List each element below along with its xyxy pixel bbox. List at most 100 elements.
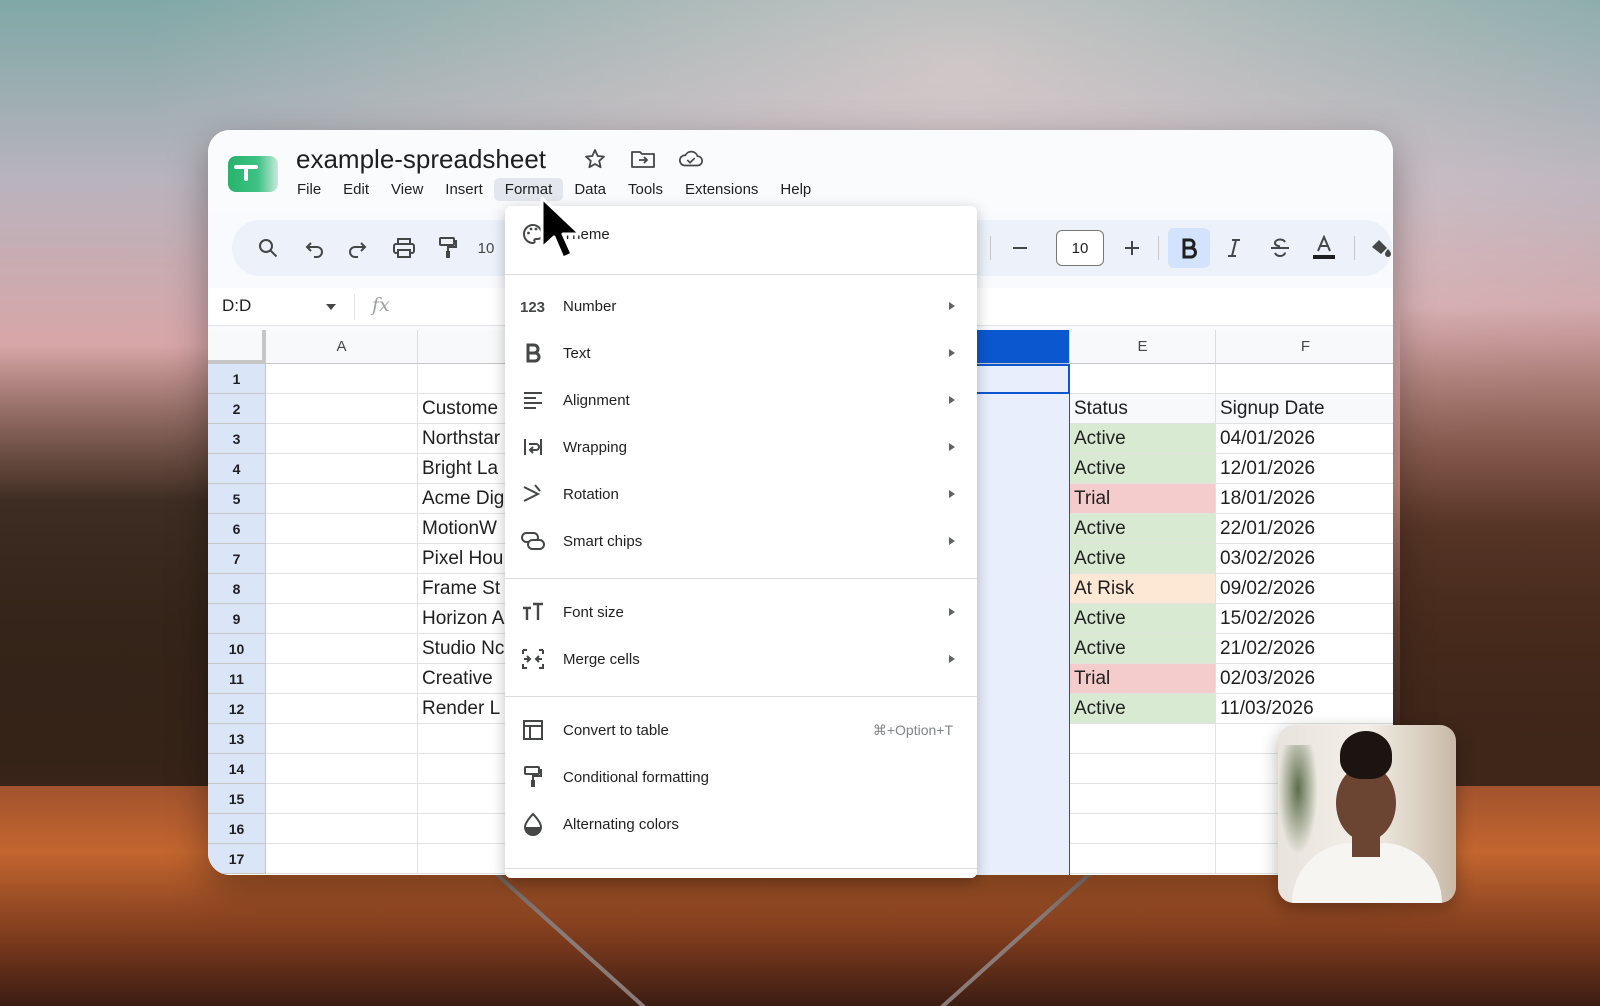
menu-edit[interactable]: Edit <box>332 178 380 201</box>
document-title[interactable]: example-spreadsheet <box>296 144 546 175</box>
name-box-dropdown-icon[interactable] <box>326 304 336 310</box>
fill-color-icon[interactable] <box>1364 232 1393 264</box>
table-cell-status[interactable]: Active <box>1070 634 1216 664</box>
menu-item-number[interactable]: 123 Number <box>505 284 977 328</box>
redo-icon[interactable] <box>342 232 374 264</box>
row-header[interactable]: 9 <box>208 604 266 634</box>
menu-item-conditional-formatting[interactable]: Conditional formatting <box>505 755 977 799</box>
menu-tools[interactable]: Tools <box>617 178 674 201</box>
table-cell-signup-date[interactable]: Signup Date <box>1216 394 1393 424</box>
table-cell[interactable] <box>266 754 418 784</box>
menu-item-merge-cells[interactable]: Merge cells <box>505 637 977 681</box>
row-header[interactable]: 11 <box>208 664 266 694</box>
column-header-f[interactable]: F <box>1216 330 1393 364</box>
table-cell-signup-date[interactable]: 12/01/2026 <box>1216 454 1393 484</box>
print-icon[interactable] <box>388 232 420 264</box>
row-header[interactable]: 3 <box>208 424 266 454</box>
table-cell-status[interactable]: Active <box>1070 454 1216 484</box>
column-header-a[interactable]: A <box>266 330 418 364</box>
italic-icon[interactable] <box>1218 232 1250 264</box>
table-cell[interactable] <box>266 784 418 814</box>
row-header[interactable]: 6 <box>208 514 266 544</box>
menu-item-convert-to-table[interactable]: Convert to table ⌘+Option+T <box>505 708 977 752</box>
table-cell-signup-date[interactable]: 15/02/2026 <box>1216 604 1393 634</box>
menu-insert[interactable]: Insert <box>434 178 494 201</box>
menu-item-wrapping[interactable]: Wrapping <box>505 425 977 469</box>
menu-extensions[interactable]: Extensions <box>674 178 769 201</box>
move-folder-icon[interactable] <box>630 146 656 172</box>
table-cell[interactable] <box>266 484 418 514</box>
menu-item-rotation[interactable]: Rotation <box>505 472 977 516</box>
row-header[interactable]: 16 <box>208 814 266 844</box>
table-cell[interactable] <box>266 694 418 724</box>
table-cell-signup-date[interactable]: 04/01/2026 <box>1216 424 1393 454</box>
menu-help[interactable]: Help <box>769 178 822 201</box>
row-header[interactable]: 2 <box>208 394 266 424</box>
table-cell-signup-date[interactable]: 11/03/2026 <box>1216 694 1393 724</box>
row-header[interactable]: 14 <box>208 754 266 784</box>
table-cell-status[interactable]: At Risk <box>1070 574 1216 604</box>
search-icon[interactable] <box>252 232 284 264</box>
table-cell-status[interactable] <box>1070 814 1216 844</box>
font-size-input[interactable]: 10 <box>1056 230 1104 266</box>
table-cell-status[interactable] <box>1070 724 1216 754</box>
row-header[interactable]: 8 <box>208 574 266 604</box>
name-box[interactable]: D:D <box>222 296 251 316</box>
row-header[interactable]: 5 <box>208 484 266 514</box>
table-cell-status[interactable]: Active <box>1070 514 1216 544</box>
cloud-saved-icon[interactable] <box>678 146 704 172</box>
table-cell-signup-date[interactable]: 21/02/2026 <box>1216 634 1393 664</box>
table-cell-signup-date[interactable]: 18/01/2026 <box>1216 484 1393 514</box>
text-color-icon[interactable] <box>1308 232 1340 264</box>
table-cell-signup-date[interactable]: 02/03/2026 <box>1216 664 1393 694</box>
row-header[interactable]: 7 <box>208 544 266 574</box>
menu-item-alternating-colors[interactable]: Alternating colors <box>505 802 977 846</box>
table-cell-status[interactable]: Trial <box>1070 664 1216 694</box>
table-cell-status[interactable]: Trial <box>1070 484 1216 514</box>
star-icon[interactable] <box>582 146 608 172</box>
row-header[interactable]: 13 <box>208 724 266 754</box>
table-cell[interactable] <box>266 544 418 574</box>
table-cell-status[interactable]: Active <box>1070 424 1216 454</box>
table-cell[interactable] <box>266 424 418 454</box>
paint-format-icon[interactable] <box>432 232 464 264</box>
bold-icon[interactable] <box>1168 228 1210 268</box>
row-header[interactable]: 4 <box>208 454 266 484</box>
menu-item-alignment[interactable]: Alignment <box>505 378 977 422</box>
table-cell-status[interactable]: Active <box>1070 694 1216 724</box>
row-header[interactable]: 12 <box>208 694 266 724</box>
table-cell[interactable] <box>266 634 418 664</box>
table-cell[interactable] <box>266 664 418 694</box>
zoom-value[interactable]: 10 <box>476 232 496 264</box>
table-cell[interactable] <box>266 814 418 844</box>
menu-item-font-size[interactable]: Font size <box>505 590 977 634</box>
row-header[interactable]: 1 <box>208 364 266 394</box>
table-cell-signup-date[interactable]: 03/02/2026 <box>1216 544 1393 574</box>
menu-item-smart-chips[interactable]: Smart chips <box>505 519 977 563</box>
row-header[interactable]: 17 <box>208 844 266 874</box>
sheets-logo-icon[interactable] <box>228 156 278 192</box>
decrease-font-size-icon[interactable] <box>1004 232 1036 264</box>
table-cell[interactable] <box>266 574 418 604</box>
table-cell[interactable] <box>266 604 418 634</box>
table-cell[interactable] <box>266 394 418 424</box>
table-cell-signup-date[interactable] <box>1216 364 1393 394</box>
table-cell-status[interactable] <box>1070 754 1216 784</box>
increase-font-size-icon[interactable] <box>1116 232 1148 264</box>
row-header[interactable]: 15 <box>208 784 266 814</box>
table-cell[interactable] <box>266 724 418 754</box>
table-cell[interactable] <box>266 454 418 484</box>
table-cell-signup-date[interactable]: 09/02/2026 <box>1216 574 1393 604</box>
row-header[interactable]: 10 <box>208 634 266 664</box>
select-all-corner[interactable] <box>208 330 266 364</box>
table-cell[interactable] <box>266 364 418 394</box>
strikethrough-icon[interactable] <box>1264 232 1296 264</box>
menu-item-text[interactable]: Text <box>505 331 977 375</box>
column-header-e[interactable]: E <box>1070 330 1216 364</box>
table-cell-status[interactable] <box>1070 844 1216 874</box>
table-cell-status[interactable]: Status <box>1070 394 1216 424</box>
menu-view[interactable]: View <box>380 178 434 201</box>
table-cell-signup-date[interactable]: 22/01/2026 <box>1216 514 1393 544</box>
table-cell-status[interactable]: Active <box>1070 544 1216 574</box>
table-cell[interactable] <box>266 514 418 544</box>
